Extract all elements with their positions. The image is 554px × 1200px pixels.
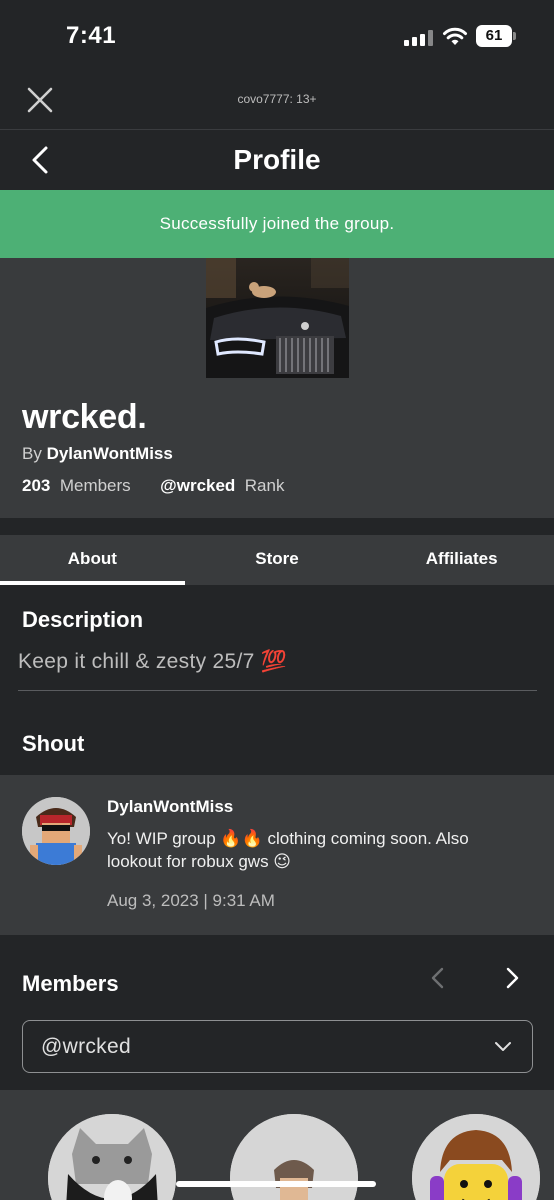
nav-bar: Profile [0, 130, 554, 190]
user-rank: @wrcked [160, 476, 236, 495]
tab-about[interactable]: About [0, 535, 185, 585]
group-header: wrcked. By DylanWontMiss 203 Members @wr… [0, 258, 554, 518]
tab-store[interactable]: Store [185, 535, 370, 585]
shout-author-avatar-image [22, 797, 90, 865]
home-indicator [176, 1181, 376, 1187]
group-emblem-image [206, 258, 349, 378]
members-label: Members [59, 476, 131, 495]
member-avatar-noob[interactable] [412, 1114, 540, 1200]
group-owner-line: By DylanWontMiss [22, 444, 173, 464]
members-heading: Members [22, 971, 119, 996]
wifi-icon [443, 27, 467, 45]
battery-icon: 61 [476, 25, 516, 47]
chevron-left-icon[interactable] [424, 962, 452, 994]
shout-date: Aug 3, 2023 | 9:31 AM [107, 891, 275, 910]
shout-body: Yo! WIP group 🔥🔥 clothing coming soon. A… [107, 829, 469, 871]
chevron-right-icon[interactable] [498, 962, 526, 994]
tab-affiliates[interactable]: Affiliates [369, 535, 554, 585]
rank-select[interactable]: @wrcked [22, 1020, 533, 1073]
status-bar: 7:41 61 [0, 0, 554, 74]
description-heading: Description [22, 607, 144, 632]
member-avatar-cat-hat[interactable] [48, 1114, 176, 1200]
member-count: 203 [22, 476, 51, 495]
group-tabs: About Store Affiliates [0, 535, 554, 585]
status-time: 7:41 [66, 22, 117, 49]
description-divider [18, 690, 537, 691]
group-emblem [206, 258, 349, 378]
group-name: wrcked. [22, 398, 147, 436]
group-stats: 203 Members @wrcked Rank [22, 476, 284, 496]
webview-bar: covo7777: 13+ [0, 74, 554, 130]
shout-author-link[interactable]: DylanWontMiss [107, 797, 233, 817]
rank-select-value: @wrcked [41, 1035, 131, 1058]
page-title: Profile [233, 144, 321, 175]
cellular-signal-icon [404, 30, 434, 46]
battery-level: 61 [476, 25, 512, 47]
webview-title: covo7777: 13+ [237, 92, 317, 106]
shout-card: DylanWontMiss Yo! WIP group 🔥🔥 clothing … [0, 775, 554, 935]
avatar[interactable] [22, 797, 90, 865]
description-text: Keep it chill & zesty 25/7 💯 [18, 650, 288, 673]
success-banner: Successfully joined the group. [0, 190, 554, 258]
member-avatar-helmet[interactable] [230, 1114, 358, 1200]
shout-heading: Shout [22, 731, 85, 756]
chevron-down-icon [495, 1042, 511, 1051]
rank-label: Rank [244, 476, 285, 495]
owner-by-label: By [22, 444, 42, 463]
owner-name-link[interactable]: DylanWontMiss [47, 444, 173, 463]
